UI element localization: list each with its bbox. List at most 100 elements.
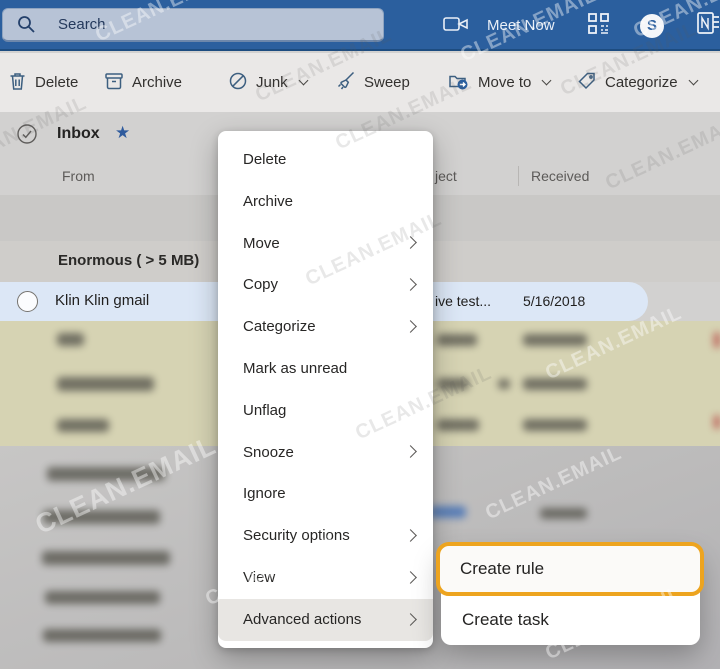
chevron-right-icon: [404, 529, 417, 542]
move-to-button[interactable]: Move to: [448, 53, 552, 112]
sweep-button[interactable]: Sweep: [335, 53, 410, 112]
block-icon: [228, 71, 248, 95]
onenote-button[interactable]: [697, 0, 720, 51]
context-menu: Delete Archive Move Copy Categorize Mark…: [218, 131, 433, 648]
blurred-text: [523, 378, 587, 390]
favorite-star-icon[interactable]: ★: [115, 123, 130, 143]
blurred-text: [523, 334, 587, 346]
blurred-text: [540, 508, 587, 519]
flag-icon: [714, 415, 720, 429]
blurred-text: [45, 591, 160, 604]
delete-button[interactable]: Delete: [8, 53, 78, 112]
apps-grid-button[interactable]: [588, 0, 609, 51]
blurred-text: [57, 419, 109, 432]
blurred-text: [47, 467, 165, 481]
chevron-down-icon: [688, 75, 698, 86]
blurred-text: [42, 551, 170, 565]
blurred-text: [43, 510, 160, 524]
menu-item-move[interactable]: Move: [218, 223, 433, 265]
archive-label: Archive: [132, 74, 183, 91]
menu-item-label: View: [243, 568, 276, 586]
chevron-right-icon: [404, 570, 417, 584]
blurred-text: [498, 379, 510, 389]
column-from[interactable]: From: [62, 168, 95, 184]
top-bar: Search Meet Now S: [0, 0, 720, 51]
menu-item-label: Snooze: [243, 443, 294, 461]
subject-text: ive test...: [435, 293, 492, 309]
move-to-label: Move to: [478, 74, 532, 91]
chevron-right-icon: [404, 445, 417, 459]
blurred-text: [43, 629, 161, 642]
sweep-label: Sweep: [364, 74, 410, 91]
search-input[interactable]: Search: [2, 8, 384, 42]
group-header-label: Enormous ( > 5 MB): [58, 252, 200, 269]
column-divider: [518, 166, 519, 186]
meet-now-button[interactable]: Meet Now: [443, 0, 555, 51]
menu-item-label: Categorize: [243, 318, 316, 336]
chevron-right-icon: [404, 236, 417, 250]
blurred-text: [57, 377, 154, 391]
skype-button[interactable]: S: [640, 0, 664, 51]
menu-item-security-options[interactable]: Security options: [218, 515, 433, 557]
column-subject[interactable]: ject: [435, 168, 457, 184]
onenote-icon: [697, 11, 720, 40]
blurred-text: [437, 419, 479, 431]
menu-item-label: Ignore: [243, 485, 286, 503]
menu-item-label: Archive: [243, 192, 294, 210]
search-placeholder: Search: [58, 16, 106, 33]
blurred-text: [523, 419, 587, 431]
blurred-text: [57, 333, 84, 346]
submenu-item-create-task[interactable]: Create task: [462, 598, 549, 642]
outlook-window: Search Meet Now S Delete Archive Junk Sw…: [0, 0, 720, 669]
trash-icon: [8, 71, 27, 95]
menu-item-label: Delete: [243, 151, 287, 168]
menu-item-view[interactable]: View: [218, 557, 433, 599]
menu-item-label: Advanced actions: [243, 610, 362, 628]
qr-grid-icon: [588, 12, 609, 39]
search-icon: [17, 15, 50, 34]
blurred-text: [437, 334, 477, 346]
chevron-down-icon: [298, 75, 309, 86]
chevron-right-icon: [404, 612, 417, 626]
menu-item-label: Copy: [243, 276, 279, 294]
menu-item-mark-as-unread[interactable]: Mark as unread: [218, 348, 433, 390]
folder-move-icon: [448, 71, 470, 95]
menu-item-ignore[interactable]: Ignore: [218, 473, 433, 515]
meet-now-label: Meet Now: [487, 17, 555, 34]
archive-icon: [104, 71, 124, 95]
skype-icon: S: [640, 13, 664, 38]
categorize-button[interactable]: Categorize: [577, 53, 698, 112]
tag-icon: [577, 71, 597, 95]
video-camera-icon: [443, 15, 469, 37]
chevron-down-icon: [541, 75, 552, 86]
received-date: 5/16/2018: [523, 293, 586, 309]
select-all-checkbox[interactable]: [16, 123, 38, 150]
menu-item-unflag[interactable]: Unflag: [218, 390, 433, 432]
command-toolbar: Delete Archive Junk Sweep Move to Catego…: [0, 53, 720, 112]
categorize-label: Categorize: [605, 74, 678, 91]
junk-button[interactable]: Junk: [228, 53, 309, 112]
flag-icon: [714, 332, 720, 348]
submenu-item-create-rule-highlighted[interactable]: Create rule: [436, 542, 704, 596]
menu-item-copy[interactable]: Copy: [218, 264, 433, 306]
menu-item-label: Move: [243, 234, 280, 252]
column-received[interactable]: Received: [531, 168, 589, 184]
delete-label: Delete: [35, 74, 79, 91]
folder-title: Inbox: [57, 125, 100, 142]
archive-button[interactable]: Archive: [104, 53, 182, 112]
menu-item-archive[interactable]: Archive: [218, 181, 433, 223]
create-rule-label: Create rule: [460, 559, 545, 578]
blurred-link: [430, 506, 466, 518]
blurred-text: [437, 378, 469, 390]
menu-item-advanced-actions[interactable]: Advanced actions: [218, 598, 433, 641]
junk-label: Junk: [256, 74, 288, 91]
chevron-right-icon: [404, 320, 417, 333]
menu-item-label: Security options: [243, 527, 350, 545]
chevron-right-icon: [404, 278, 417, 292]
row-checkbox[interactable]: [17, 291, 38, 312]
menu-item-categorize[interactable]: Categorize: [218, 306, 433, 348]
menu-item-label: Mark as unread: [243, 359, 348, 377]
broom-icon: [335, 71, 356, 95]
menu-item-delete[interactable]: Delete: [218, 139, 433, 181]
menu-item-snooze[interactable]: Snooze: [218, 432, 433, 474]
